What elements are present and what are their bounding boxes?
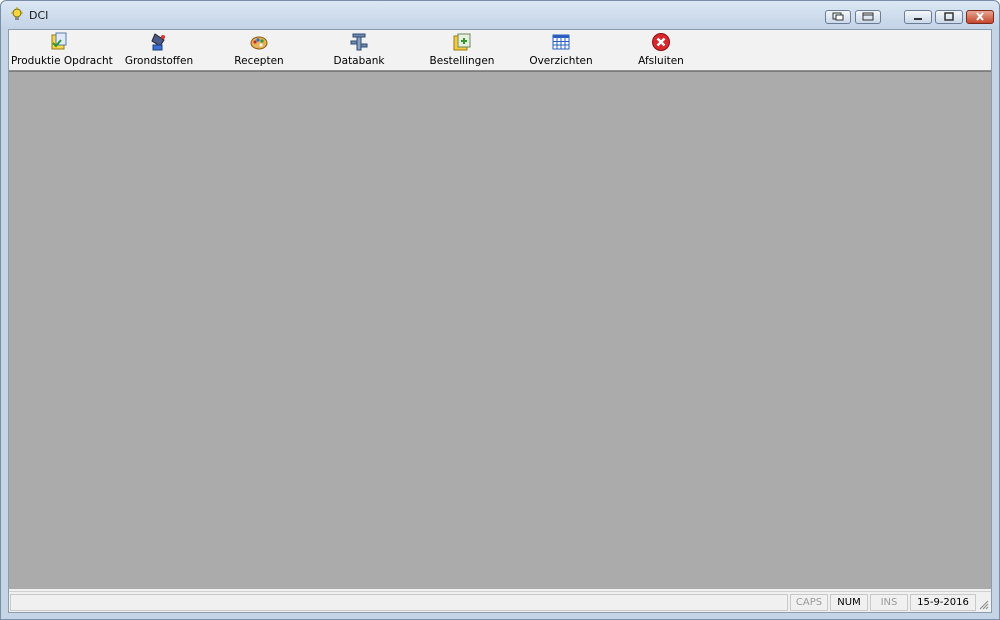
window-title: DCI (29, 9, 49, 22)
toolbar-label: Grondstoffen (124, 55, 194, 67)
status-caps: CAPS (790, 594, 828, 611)
maximize-icon (944, 12, 954, 21)
resize-grip-icon[interactable] (977, 598, 989, 610)
raw-materials-icon (151, 33, 165, 51)
orders-icon (453, 33, 471, 51)
status-message-panel (10, 594, 788, 611)
status-num: NUM (830, 594, 868, 611)
mdi-restore-button[interactable] (825, 10, 851, 24)
table-grid-icon (552, 34, 570, 50)
application-window: DCI Produktie Opdracht Grondstoffen Rece… (0, 0, 1000, 620)
toolbar-button-grondstoffen[interactable]: Grondstoffen (114, 30, 204, 70)
palette-icon (250, 36, 268, 50)
mdi-client-area[interactable] (9, 71, 991, 589)
toolbar-label: Afsluiten (638, 55, 684, 67)
main-toolbar: Produktie Opdracht Grondstoffen Recepten… (9, 30, 991, 71)
status-ins: INS (870, 594, 908, 611)
minimize-button[interactable] (904, 10, 932, 24)
database-tool-icon (350, 33, 368, 51)
toolbar-button-bestellingen[interactable]: Bestellingen (417, 30, 507, 70)
toolbar-button-databank[interactable]: Databank (319, 30, 399, 70)
toolbar-button-afsluiten[interactable]: Afsluiten (623, 30, 699, 70)
restore-child-icon (832, 12, 844, 21)
title-bar[interactable]: DCI (1, 1, 999, 29)
toolbar-button-produktie-opdracht[interactable]: Produktie Opdracht (11, 30, 113, 70)
lightbulb-icon (11, 7, 23, 20)
toolbar-label: Overzichten (529, 55, 593, 67)
toolbar-label: Databank (333, 55, 385, 67)
close-button[interactable] (966, 10, 994, 24)
toolbar-button-overzichten[interactable]: Overzichten (516, 30, 606, 70)
exit-icon (652, 33, 670, 51)
toolbar-label: Bestellingen (429, 55, 495, 67)
production-order-icon (51, 32, 67, 50)
status-date: 15-9-2016 (910, 594, 976, 611)
mdi-window-button[interactable] (855, 10, 881, 24)
status-bar: CAPS NUM INS 15-9-2016 (9, 591, 991, 612)
toolbar-button-recepten[interactable]: Recepten (219, 30, 299, 70)
maximize-button[interactable] (935, 10, 963, 24)
close-icon (976, 12, 984, 21)
toolbar-label: Produktie Opdracht (11, 55, 113, 67)
toolbar-label: Recepten (234, 55, 284, 67)
window-list-icon (862, 12, 874, 21)
main-frame: Produktie Opdracht Grondstoffen Recepten… (8, 29, 992, 613)
minimize-icon (914, 18, 922, 20)
